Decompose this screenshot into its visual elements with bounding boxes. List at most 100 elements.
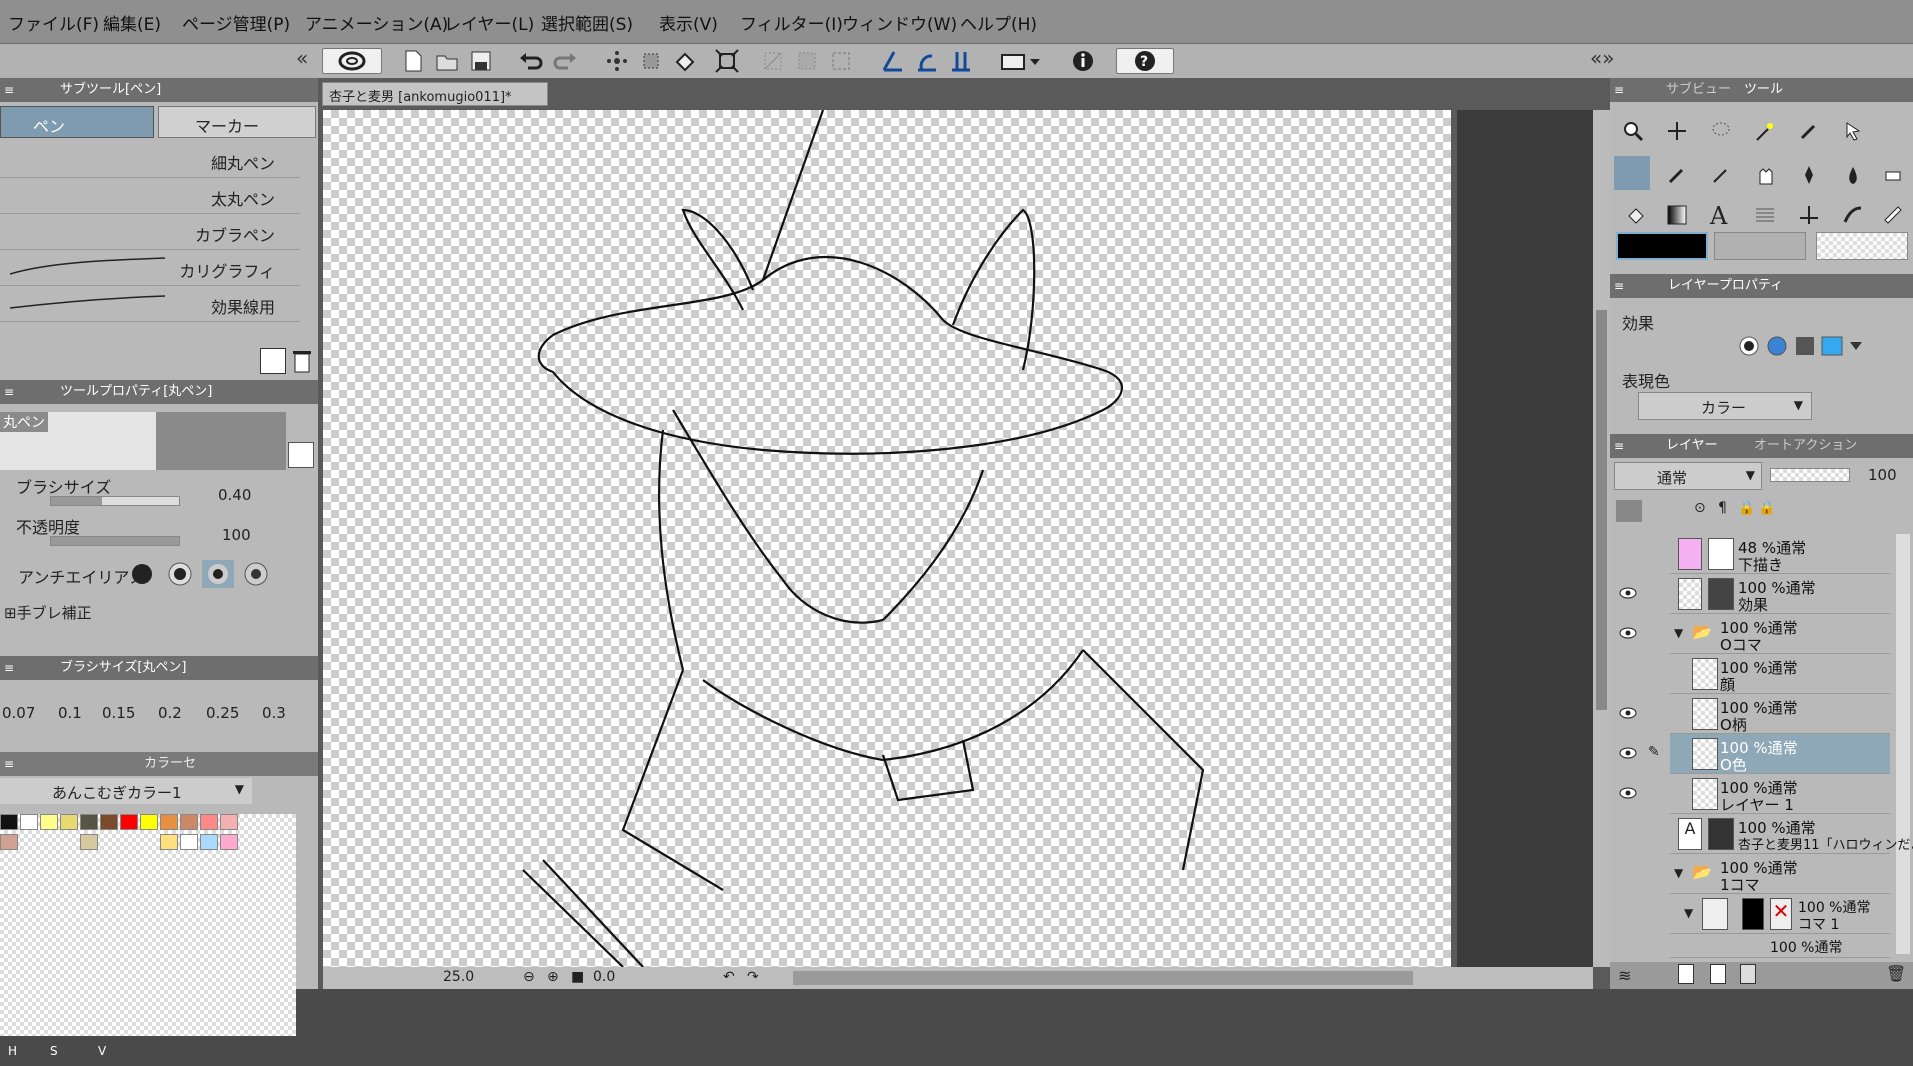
antialias-options[interactable] [126,558,286,590]
gradient-bucket-icon[interactable] [1624,204,1646,226]
zoom-value[interactable]: 25.0 [443,969,474,985]
frame-tool-icon[interactable] [1754,204,1776,226]
subtool-tab-pen[interactable]: ペン [0,106,154,138]
layer-tab[interactable]: レイヤー [1666,434,1718,458]
size-preset[interactable]: 0.25 [206,704,239,722]
layer-row[interactable]: 100 %通常 レイヤー 1 [1670,774,1890,814]
eye-icon[interactable] [1618,627,1638,639]
new-subtool-icon[interactable] [260,348,286,374]
select-all-icon[interactable] [828,48,854,74]
eye-icon[interactable] [1618,707,1638,719]
vertical-scrollbar[interactable] [1593,110,1610,967]
main-color-swatch[interactable] [1616,232,1708,260]
invert-selection-icon[interactable] [794,48,820,74]
brush-size-slider[interactable] [50,496,180,506]
gradient-tool-icon[interactable] [1666,204,1688,226]
menu-edit[interactable]: 編集(E) [103,10,161,35]
menu-grip-icon[interactable]: ≡ [4,656,14,680]
brush-tool-icon[interactable] [1710,164,1732,186]
fill-tool-icon[interactable] [1842,164,1864,186]
eye-icon[interactable] [1618,587,1638,599]
palette-swatch[interactable] [180,814,198,830]
lasso-tool-icon[interactable] [1710,120,1732,142]
folder-expand-icon[interactable]: ▼ [1684,906,1693,920]
eyedropper-tool-icon[interactable] [1798,120,1820,142]
app-logo-button[interactable] [322,48,382,74]
palette-swatch[interactable] [100,814,118,830]
pen-tool-icon[interactable] [1614,156,1650,190]
layer-opacity-slider[interactable] [1770,468,1850,482]
palette-swatch[interactable] [0,814,18,830]
delete-layer-icon[interactable]: 🗑 [1886,964,1906,983]
brush-size-value[interactable]: 0.40 [218,486,251,504]
layer-folder-row[interactable]: ▼ 📂 100 %通常 1コマ [1670,854,1890,894]
tool-tab[interactable]: ツール [1744,78,1783,102]
new-raster-layer-icon[interactable] [1678,964,1694,984]
layer-row-selected[interactable]: 100 %通常 O色 [1670,734,1890,774]
brush-item[interactable]: カリグラフィ [0,250,300,286]
layer-row[interactable]: 100 %通常 顔 [1670,654,1890,694]
layer-opacity-value[interactable]: 100 [1868,466,1897,484]
eye-icon[interactable] [1618,747,1638,759]
menu-view[interactable]: 表示(V) [659,10,718,35]
menu-window[interactable]: ウィンドウ(W) [842,10,957,35]
zoom-in-icon[interactable]: ⊕ [547,969,559,985]
palette-swatch[interactable] [200,834,218,850]
colorset-tab[interactable]: カラーセ [144,752,196,776]
subview-tab[interactable]: サブビュー [1666,78,1731,102]
balloon-tool-icon[interactable] [1882,204,1904,226]
size-preset[interactable]: 0.1 [58,704,82,722]
menu-filter[interactable]: フィルター(I) [740,10,843,35]
zoom-out-icon[interactable]: ⊖ [523,969,535,985]
clip-icon[interactable]: ⊙ [1694,500,1716,522]
document-tab[interactable]: 杏子と麦男 [ankomugio011]* [322,82,548,106]
horizontal-scrollbar[interactable] [793,971,1413,985]
layer-row[interactable]: 48 %通常 下描き [1670,534,1890,574]
rotate-right-icon[interactable]: ↷ [747,969,759,985]
menu-page[interactable]: ページ管理(P) [182,10,290,35]
menu-help[interactable]: ヘルプ(H) [960,10,1037,35]
transform-icon[interactable] [714,48,740,74]
opacity-value[interactable]: 100 [222,526,251,544]
brush-item[interactable]: 太丸ペン [0,178,300,214]
layer-color-icon[interactable] [1616,500,1642,522]
save-icon[interactable] [468,48,494,74]
clear-outside-icon[interactable] [638,48,664,74]
menu-file[interactable]: ファイル(F) [8,10,99,35]
autoaction-tab[interactable]: オートアクション [1754,434,1857,458]
redo-icon[interactable] [552,48,578,74]
palette-swatch[interactable] [220,814,238,830]
folder-expand-icon[interactable]: ▼ [1674,866,1683,880]
undo-icon[interactable] [518,48,544,74]
reference-icon[interactable]: ¶ [1718,500,1740,522]
trash-icon[interactable] [290,348,314,374]
blend-mode-dropdown[interactable]: 通常 ▼ [1614,462,1762,490]
layer-folder-row[interactable]: ▼ 📂 100 %通常 Oコマ [1670,614,1890,654]
size-preset[interactable]: 0.3 [262,704,286,722]
menu-animation[interactable]: アニメーション(A) [305,10,448,35]
brush-item[interactable]: カブラペン [0,214,300,250]
layerprop-tab[interactable]: レイヤープロパティ [1668,274,1783,298]
frame-folder-row[interactable]: ▼ ✕ 100 %通常 コマ 1 [1670,894,1890,934]
text-tool-icon[interactable]: A [1710,202,1732,230]
menu-grip-icon[interactable]: ≡ [1614,434,1624,458]
menu-grip-icon[interactable]: ≡ [1614,274,1624,298]
size-preset[interactable]: 0.2 [158,704,182,722]
fill-icon[interactable] [672,48,698,74]
mask-disabled-icon[interactable]: ✕ [1770,898,1792,930]
rotate-left-icon[interactable]: ↶ [723,969,735,985]
new-file-icon[interactable] [400,48,426,74]
palette-swatch[interactable] [80,814,98,830]
eraser-tool-icon[interactable] [1882,164,1904,186]
palette-swatch[interactable] [220,834,238,850]
colorset-dropdown[interactable]: あんこむぎカラー1 ▼ [0,778,252,804]
palette-swatch[interactable] [160,834,178,850]
layer-scrollbar[interactable] [1896,534,1910,954]
wrench-icon[interactable] [288,442,314,468]
new-vector-layer-icon[interactable] [1710,964,1726,984]
correct-line-icon[interactable] [1842,204,1864,226]
opacity-slider[interactable] [50,536,180,546]
layer-row[interactable]: 100 %通常 [1670,934,1890,958]
lock-transparent-icon[interactable]: 🔒 [1758,500,1780,522]
palette-swatch[interactable] [160,814,178,830]
